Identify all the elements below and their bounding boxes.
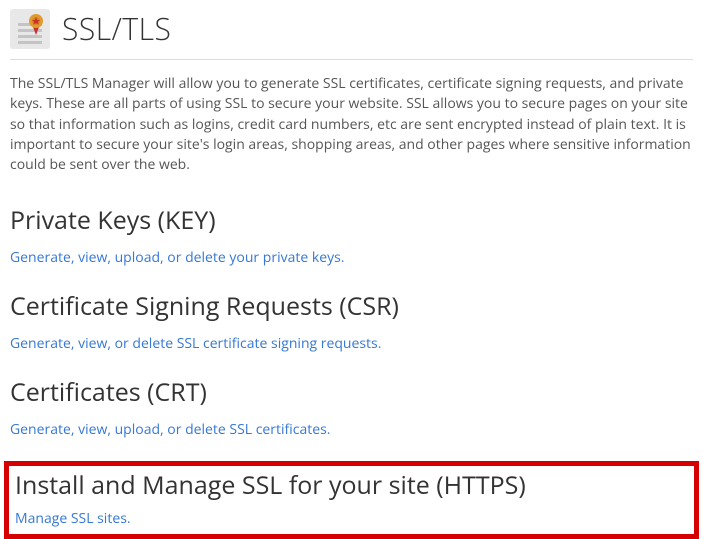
page-header: SSL/TLS (0, 0, 703, 55)
ssl-certificate-icon (10, 9, 50, 49)
link-manage-ssl-sites[interactable]: Manage SSL sites. (15, 509, 131, 528)
header-divider (10, 59, 693, 60)
page-title: SSL/TLS (62, 8, 171, 49)
heading-private-keys: Private Keys (KEY) (10, 203, 693, 237)
section-certificates: Certificates (CRT) Generate, view, uploa… (0, 375, 703, 439)
link-private-keys[interactable]: Generate, view, upload, or delete your p… (10, 248, 344, 267)
section-private-keys: Private Keys (KEY) Generate, view, uploa… (0, 203, 703, 267)
heading-install-ssl: Install and Manage SSL for your site (HT… (15, 468, 688, 502)
heading-csr: Certificate Signing Requests (CSR) (10, 289, 693, 323)
link-certificates[interactable]: Generate, view, upload, or delete SSL ce… (10, 420, 330, 439)
link-csr[interactable]: Generate, view, or delete SSL certificat… (10, 334, 381, 353)
page-description: The SSL/TLS Manager will allow you to ge… (0, 74, 703, 175)
section-install-ssl-highlighted: Install and Manage SSL for your site (HT… (4, 461, 699, 539)
section-csr: Certificate Signing Requests (CSR) Gener… (0, 289, 703, 353)
heading-certificates: Certificates (CRT) (10, 375, 693, 409)
